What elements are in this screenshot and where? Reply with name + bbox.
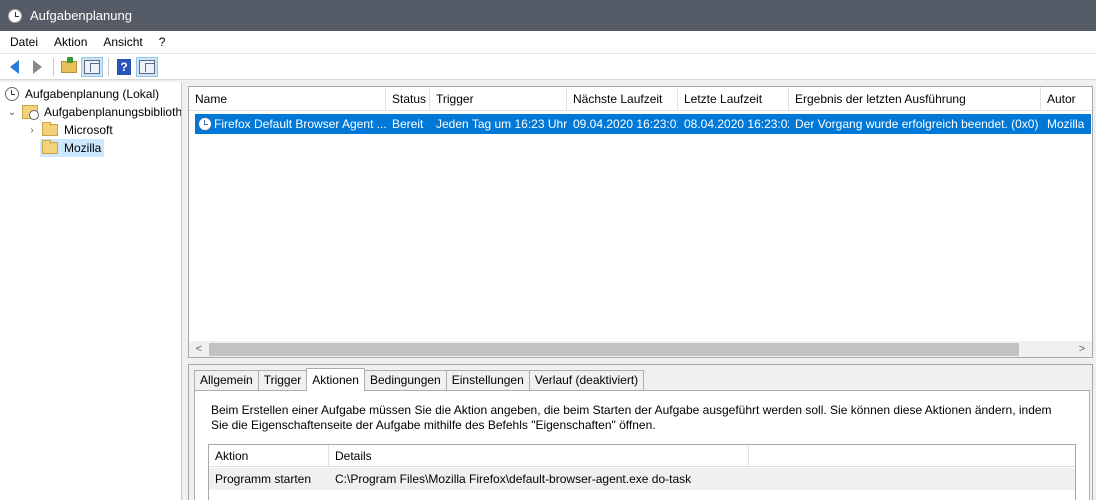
column-header-name[interactable]: Name <box>189 87 386 111</box>
column-header-last-run[interactable]: Letzte Laufzeit <box>678 87 789 111</box>
tab-aktionen[interactable]: Aktionen <box>306 368 365 391</box>
back-button[interactable] <box>3 57 25 77</box>
tab-allgemein[interactable]: Allgemein <box>194 370 259 390</box>
tab-content-aktionen: Beim Erstellen einer Aufgabe müssen Sie … <box>194 390 1090 500</box>
task-list: Name Status Trigger Nächste Laufzeit Let… <box>188 86 1093 358</box>
tree-item-root[interactable]: Aufgabenplanung (Lokal) <box>5 85 159 103</box>
menu-bar: Datei Aktion Ansicht ? <box>0 31 1096 53</box>
table-row[interactable]: Firefox Default Browser Agent ... Bereit… <box>195 114 1091 134</box>
tree-item-label: Mozilla <box>64 141 102 155</box>
tree-item-label: Microsoft <box>64 123 113 137</box>
actions-description: Beim Erstellen einer Aufgabe müssen Sie … <box>211 403 1052 432</box>
folder-icon <box>42 122 58 136</box>
menu-ansicht[interactable]: Ansicht <box>95 35 150 49</box>
tree-item-label: Aufgabenplanungsbibliothek <box>44 105 182 119</box>
toolbar-separator <box>108 57 109 76</box>
arrow-right-icon <box>32 59 42 74</box>
up-folder-button[interactable] <box>58 56 80 77</box>
cell-trigger: Jeden Tag um 16:23 Uhr <box>436 117 567 131</box>
cell-result: Der Vorgang wurde erfolgreich beendet. (… <box>795 117 1039 131</box>
column-header-next-run[interactable]: Nächste Laufzeit <box>567 87 678 111</box>
tree-item-library[interactable]: ⌄ Aufgabenplanungsbibliothek <box>6 103 182 121</box>
menu-help[interactable]: ? <box>151 35 174 49</box>
cell-name: Firefox Default Browser Agent ... <box>214 117 386 131</box>
cell-details: C:\Program Files\Mozilla Firefox\default… <box>335 472 692 486</box>
column-header-aktion[interactable]: Aktion <box>209 445 329 467</box>
library-folder-icon <box>22 105 39 120</box>
detail-panel: Allgemein Trigger Aktionen Bedingungen E… <box>188 364 1093 500</box>
show-hide-tree-button[interactable] <box>81 56 103 77</box>
tree-item-microsoft[interactable]: › Microsoft <box>26 121 113 139</box>
clock-icon <box>5 87 19 101</box>
arrow-left-icon <box>9 59 19 74</box>
scroll-right-icon[interactable]: > <box>1075 341 1089 357</box>
help-button[interactable]: ? <box>113 57 135 77</box>
show-hide-action-pane-button[interactable] <box>136 56 158 77</box>
scrollbar-thumb[interactable] <box>209 343 1019 356</box>
table-row[interactable]: Programm starten C:\Program Files\Mozill… <box>209 468 1075 490</box>
column-header-trigger[interactable]: Trigger <box>430 87 567 111</box>
cell-author: Mozilla <box>1047 117 1085 131</box>
toolbar: ? <box>0 53 1096 80</box>
tab-verlauf[interactable]: Verlauf (deaktiviert) <box>528 370 645 390</box>
menu-datei[interactable]: Datei <box>2 35 46 49</box>
column-header-status[interactable]: Status <box>386 87 430 111</box>
console-tree: Aufgabenplanung (Lokal) ⌄ Aufgabenplanun… <box>0 82 182 500</box>
cell-last-run: 08.04.2020 16:23:02 <box>684 117 789 131</box>
console-tree-icon <box>84 59 100 74</box>
tree-item-mozilla[interactable]: Mozilla <box>40 139 105 157</box>
help-icon: ? <box>117 58 131 75</box>
cell-status: Bereit <box>392 117 424 131</box>
task-scheduler-app-icon <box>8 8 22 23</box>
cell-aktion: Programm starten <box>215 472 312 486</box>
forward-button[interactable] <box>26 57 48 77</box>
window-title: Aufgabenplanung <box>30 8 132 23</box>
folder-up-icon <box>61 56 77 73</box>
actions-table: Aktion Details Programm starten C:\Progr… <box>208 444 1076 500</box>
horizontal-scrollbar[interactable]: < > <box>189 341 1092 357</box>
tab-einstellungen[interactable]: Einstellungen <box>445 370 530 390</box>
toolbar-separator <box>53 57 54 76</box>
tab-bedingungen[interactable]: Bedingungen <box>363 370 447 390</box>
tree-item-label: Aufgabenplanung (Lokal) <box>25 87 160 101</box>
tab-trigger[interactable]: Trigger <box>257 370 308 390</box>
action-pane-icon <box>139 59 155 74</box>
detail-tabs: Allgemein Trigger Aktionen Bedingungen E… <box>194 368 645 391</box>
column-header-result[interactable]: Ergebnis der letzten Ausführung <box>789 87 1041 111</box>
actions-table-header: Aktion Details <box>209 445 1075 467</box>
column-header-details[interactable]: Details <box>329 445 749 467</box>
task-list-header: Name Status Trigger Nächste Laufzeit Let… <box>189 87 1092 111</box>
scroll-left-icon[interactable]: < <box>192 341 206 357</box>
chevron-right-icon[interactable]: › <box>26 125 38 136</box>
menu-aktion[interactable]: Aktion <box>46 35 95 49</box>
folder-icon <box>42 140 58 154</box>
chevron-down-icon[interactable]: ⌄ <box>6 107 18 118</box>
column-header-author[interactable]: Autor <box>1041 87 1092 111</box>
title-bar: Aufgabenplanung <box>0 0 1096 31</box>
cell-next-run: 09.04.2020 16:23:01 <box>573 117 678 131</box>
